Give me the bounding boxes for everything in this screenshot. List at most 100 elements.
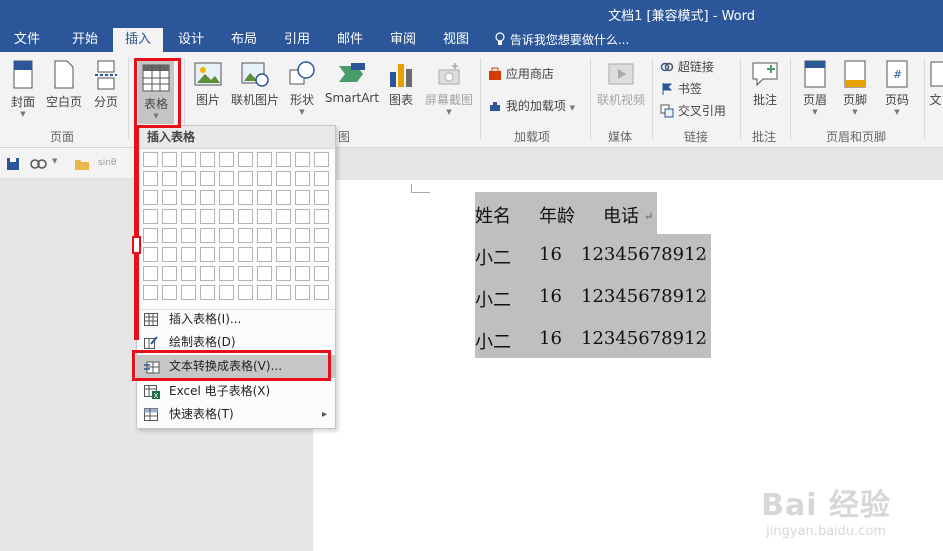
grid-cell[interactable] — [238, 152, 253, 167]
picture-button[interactable]: 图片 — [192, 60, 224, 108]
grid-cell[interactable] — [276, 228, 291, 243]
grid-cell[interactable] — [219, 247, 234, 262]
grid-cell[interactable] — [162, 190, 177, 205]
dropdown-arrow-icon[interactable]: ▼ — [52, 157, 57, 165]
grid-cell[interactable] — [143, 209, 158, 224]
grid-cell[interactable] — [181, 152, 196, 167]
grid-cell[interactable] — [314, 266, 329, 281]
grid-cell[interactable] — [200, 171, 215, 186]
grid-cell[interactable] — [143, 247, 158, 262]
grid-cell[interactable] — [238, 228, 253, 243]
grid-cell[interactable] — [162, 228, 177, 243]
grid-cell[interactable] — [257, 228, 272, 243]
grid-cell[interactable] — [295, 209, 310, 224]
grid-cell[interactable] — [314, 190, 329, 205]
grid-cell[interactable] — [181, 228, 196, 243]
cover-page-button[interactable]: 封面 ▼ — [6, 60, 40, 118]
grid-cell[interactable] — [219, 152, 234, 167]
grid-cell[interactable] — [276, 247, 291, 262]
grid-cell[interactable] — [276, 152, 291, 167]
grid-cell[interactable] — [295, 190, 310, 205]
grid-cell[interactable] — [257, 266, 272, 281]
smartart-button[interactable]: SmartArt — [324, 60, 380, 105]
tab-design[interactable]: 设计 — [166, 28, 216, 52]
bookmark-button[interactable]: 书签 — [660, 79, 702, 99]
grid-cell[interactable] — [219, 228, 234, 243]
grid-cell[interactable] — [257, 171, 272, 186]
my-addins-button[interactable]: 我的加载项 ▼ — [488, 96, 575, 116]
link-chain-icon[interactable] — [30, 158, 48, 170]
grid-cell[interactable] — [276, 266, 291, 281]
grid-cell[interactable] — [314, 209, 329, 224]
grid-cell[interactable] — [181, 171, 196, 186]
online-picture-button[interactable]: 联机图片 — [228, 60, 282, 108]
grid-cell[interactable] — [257, 190, 272, 205]
menu-item-quick-tables[interactable]: 快速表格(T) ▸ — [137, 403, 335, 426]
grid-cell[interactable] — [162, 152, 177, 167]
grid-cell[interactable] — [181, 266, 196, 281]
folder-icon[interactable] — [74, 157, 90, 171]
shapes-button[interactable]: 形状 ▼ — [286, 60, 318, 116]
tab-layout[interactable]: 布局 — [219, 28, 269, 52]
grid-cell[interactable] — [276, 209, 291, 224]
footer-button[interactable]: 页脚 ▼ — [838, 60, 872, 116]
table-size-grid[interactable] — [143, 152, 331, 304]
grid-cell[interactable] — [143, 152, 158, 167]
grid-cell[interactable] — [257, 209, 272, 224]
grid-cell[interactable] — [276, 171, 291, 186]
grid-cell[interactable] — [200, 209, 215, 224]
grid-cell[interactable] — [314, 285, 329, 300]
grid-cell[interactable] — [238, 209, 253, 224]
grid-cell[interactable] — [276, 285, 291, 300]
grid-cell[interactable] — [181, 209, 196, 224]
grid-cell[interactable] — [162, 171, 177, 186]
equation-hint[interactable]: sinθ — [98, 158, 116, 168]
grid-cell[interactable] — [295, 266, 310, 281]
grid-cell[interactable] — [314, 247, 329, 262]
grid-cell[interactable] — [238, 285, 253, 300]
grid-cell[interactable] — [143, 171, 158, 186]
grid-cell[interactable] — [162, 285, 177, 300]
grid-cell[interactable] — [219, 285, 234, 300]
grid-cell[interactable] — [238, 247, 253, 262]
tab-review[interactable]: 审阅 — [378, 28, 428, 52]
save-icon[interactable] — [6, 157, 20, 171]
grid-cell[interactable] — [219, 190, 234, 205]
grid-cell[interactable] — [181, 190, 196, 205]
tab-mailings[interactable]: 邮件 — [325, 28, 375, 52]
grid-cell[interactable] — [276, 190, 291, 205]
grid-cell[interactable] — [257, 247, 272, 262]
grid-cell[interactable] — [314, 228, 329, 243]
blank-page-button[interactable]: 空白页 — [44, 60, 84, 110]
grid-cell[interactable] — [257, 285, 272, 300]
grid-cell[interactable] — [238, 171, 253, 186]
grid-cell[interactable] — [200, 228, 215, 243]
text-group-button[interactable]: 文 — [928, 60, 943, 108]
grid-cell[interactable] — [143, 266, 158, 281]
tab-home[interactable]: 开始 — [60, 28, 110, 52]
tell-me-box[interactable]: 告诉我您想要做什么... — [494, 28, 644, 52]
grid-cell[interactable] — [314, 171, 329, 186]
grid-cell[interactable] — [143, 190, 158, 205]
grid-cell[interactable] — [162, 266, 177, 281]
grid-cell[interactable] — [314, 152, 329, 167]
header-button[interactable]: 页眉 ▼ — [798, 60, 832, 116]
grid-cell[interactable] — [200, 266, 215, 281]
grid-cell[interactable] — [257, 152, 272, 167]
cross-reference-button[interactable]: 交叉引用 — [660, 101, 726, 121]
grid-cell[interactable] — [200, 247, 215, 262]
grid-cell[interactable] — [181, 247, 196, 262]
grid-cell[interactable] — [219, 209, 234, 224]
menu-item-excel-spreadsheet[interactable]: X Excel 电子表格(X) — [137, 380, 335, 403]
grid-cell[interactable] — [200, 285, 215, 300]
comment-button[interactable]: 批注 — [748, 60, 782, 108]
grid-cell[interactable] — [143, 285, 158, 300]
page-number-button[interactable]: # 页码 ▼ — [880, 60, 914, 116]
grid-cell[interactable] — [295, 285, 310, 300]
menu-item-insert-table[interactable]: 插入表格(I)... — [137, 308, 335, 331]
store-button[interactable]: 应用商店 — [488, 64, 554, 84]
chart-button[interactable]: 图表 — [384, 60, 418, 108]
tab-file[interactable]: 文件 — [4, 28, 50, 52]
tab-view[interactable]: 视图 — [431, 28, 481, 52]
grid-cell[interactable] — [295, 247, 310, 262]
